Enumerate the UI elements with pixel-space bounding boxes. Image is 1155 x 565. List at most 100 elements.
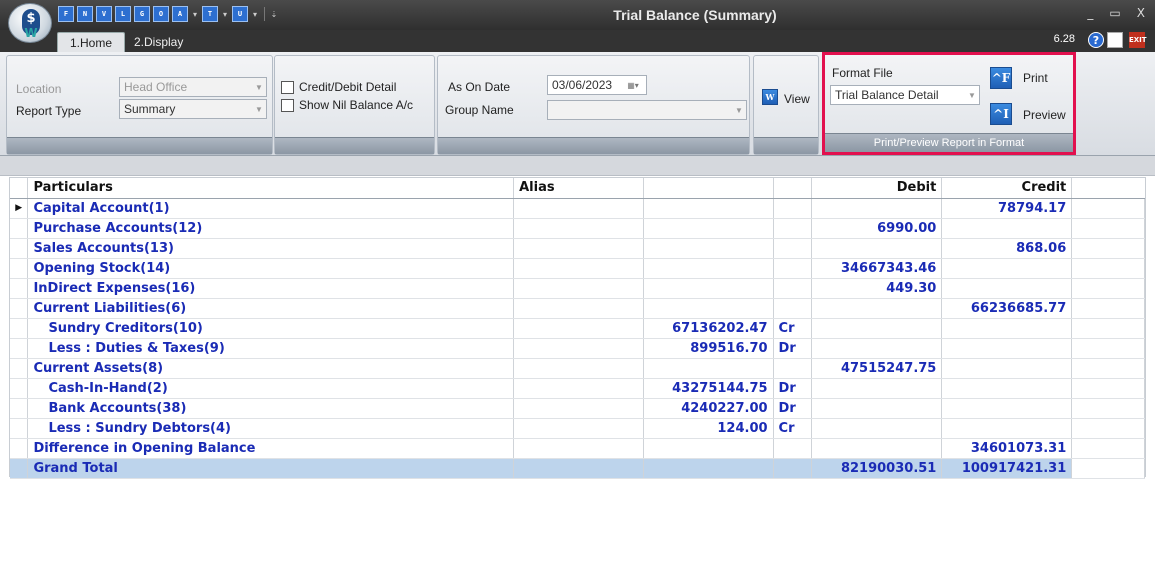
- maximize-button[interactable]: ▭: [1109, 6, 1120, 20]
- close-button[interactable]: X: [1137, 6, 1145, 20]
- format-file-combo[interactable]: Trial Balance Detail ▼: [830, 85, 980, 105]
- quick-access-u-button[interactable]: U: [232, 6, 248, 22]
- cell-amount: [643, 198, 774, 219]
- exit-icon[interactable]: EXIT: [1129, 32, 1147, 48]
- table-row[interactable]: Sundry Creditors(10) 67136202.47 Cr: [10, 318, 1145, 339]
- cell-debit: [811, 198, 943, 219]
- row-selector[interactable]: [10, 358, 29, 379]
- print-button[interactable]: Print: [1023, 71, 1048, 85]
- cell-debit: [811, 438, 943, 459]
- row-filler: [1071, 218, 1145, 239]
- calendar-icon[interactable]: ▦▾: [623, 79, 643, 93]
- table-row[interactable]: Opening Stock(14) 34667343.46: [10, 258, 1145, 279]
- table-row[interactable]: ▶ Capital Account(1) 78794.17: [10, 198, 1145, 219]
- row-selector[interactable]: [10, 438, 29, 459]
- row-selector[interactable]: [10, 278, 29, 299]
- report-type-combo[interactable]: Summary ▼: [119, 99, 267, 119]
- cell-particulars: Capital Account(1): [27, 198, 515, 219]
- view-icon[interactable]: W: [762, 89, 778, 105]
- grand-total-debit: 82190030.51: [811, 458, 943, 479]
- document-icon[interactable]: [1107, 32, 1123, 48]
- tab-home[interactable]: 1.Home: [57, 32, 126, 52]
- quick-access-v-button[interactable]: V: [96, 6, 112, 22]
- cell-particulars: Difference in Opening Balance: [27, 438, 515, 459]
- table-row[interactable]: Purchase Accounts(12) 6990.00: [10, 218, 1145, 239]
- quick-access-t-button[interactable]: T: [202, 6, 218, 22]
- cell-alias: [513, 258, 644, 279]
- row-selector-header: [10, 178, 29, 199]
- quick-access-l-button[interactable]: L: [115, 6, 131, 22]
- as-on-date-label: As On Date: [448, 80, 511, 94]
- preview-icon[interactable]: ^I: [990, 103, 1012, 125]
- column-header-credit[interactable]: Credit: [941, 178, 1073, 199]
- row-filler: [1071, 258, 1145, 279]
- column-header-alias[interactable]: Alias: [513, 178, 644, 199]
- row-selector[interactable]: [10, 318, 29, 339]
- minimize-button[interactable]: _: [1087, 6, 1093, 20]
- grand-total-label: Grand Total: [27, 458, 515, 479]
- row-selector[interactable]: [10, 218, 29, 239]
- group-footer: [275, 137, 434, 154]
- location-combo[interactable]: Head Office ▼: [119, 77, 267, 97]
- quick-access-a-button[interactable]: A: [172, 6, 188, 22]
- trial-balance-grid[interactable]: Particulars Alias Debit Credit ▶ Capital …: [9, 177, 1146, 479]
- print-format-caption: Print/Preview Report in Format: [825, 133, 1073, 152]
- table-row[interactable]: Less : Sundry Debtors(4) 124.00 Cr: [10, 418, 1145, 439]
- table-row[interactable]: Sales Accounts(13) 868.06: [10, 238, 1145, 259]
- row-selector[interactable]: [10, 398, 29, 419]
- chevron-down-icon[interactable]: ▾: [251, 10, 259, 19]
- cell-alias: [513, 278, 644, 299]
- row-selector[interactable]: [10, 258, 29, 279]
- table-row[interactable]: Current Liabilities(6) 66236685.77: [10, 298, 1145, 319]
- customize-toolbar-icon[interactable]: ⇣: [270, 10, 278, 19]
- row-filler: [1071, 358, 1145, 379]
- cell-debit: [811, 238, 943, 259]
- chevron-down-icon[interactable]: ▾: [191, 10, 199, 19]
- print-icon[interactable]: ^F: [990, 67, 1012, 89]
- table-row[interactable]: Less : Duties & Taxes(9) 899516.70 Dr: [10, 338, 1145, 359]
- row-filler: [1071, 418, 1145, 439]
- cell-particulars: Less : Sundry Debtors(4): [27, 418, 515, 439]
- column-header-debit[interactable]: Debit: [811, 178, 943, 199]
- group-footer: [754, 137, 818, 154]
- cell-drcr: Cr: [773, 418, 813, 439]
- table-row[interactable]: InDirect Expenses(16) 449.30: [10, 278, 1145, 299]
- help-icon[interactable]: ?: [1088, 32, 1104, 48]
- table-row[interactable]: Cash-In-Hand(2) 43275144.75 Dr: [10, 378, 1145, 399]
- as-on-date-field[interactable]: 03/06/2023 ▦▾: [547, 75, 647, 95]
- chevron-down-icon[interactable]: ▼: [254, 81, 264, 95]
- grand-total-row[interactable]: Grand Total 82190030.51 100917421.31: [10, 458, 1145, 479]
- row-filler: [1071, 278, 1145, 299]
- table-row[interactable]: Current Assets(8) 47515247.75: [10, 358, 1145, 379]
- chevron-down-icon[interactable]: ▼: [254, 103, 264, 117]
- quick-access-g-button[interactable]: G: [134, 6, 150, 22]
- row-selector[interactable]: [10, 238, 29, 259]
- quick-access-o-button[interactable]: O: [153, 6, 169, 22]
- show-nil-balance-checkbox[interactable]: [281, 99, 294, 112]
- credit-debit-detail-checkbox[interactable]: [281, 81, 294, 94]
- tab-display[interactable]: 2.Display: [122, 32, 195, 52]
- quick-access-n-button[interactable]: N: [77, 6, 93, 22]
- column-header-drcr[interactable]: [773, 178, 813, 199]
- quick-access-f-button[interactable]: F: [58, 6, 74, 22]
- row-selector[interactable]: [10, 418, 29, 439]
- app-menu-button[interactable]: $ W: [8, 3, 52, 43]
- preview-button[interactable]: Preview: [1023, 108, 1066, 122]
- table-row[interactable]: Difference in Opening Balance 34601073.31: [10, 438, 1145, 459]
- row-selector[interactable]: [10, 338, 29, 359]
- cell-debit: 47515247.75: [811, 358, 943, 379]
- chevron-down-icon[interactable]: ▾: [221, 10, 229, 19]
- column-header-particulars[interactable]: Particulars: [27, 178, 515, 199]
- chevron-down-icon[interactable]: ▼: [967, 89, 977, 103]
- row-selector[interactable]: [10, 378, 29, 399]
- group-name-label: Group Name: [445, 103, 514, 117]
- chevron-down-icon[interactable]: ▼: [734, 104, 744, 118]
- table-row[interactable]: Bank Accounts(38) 4240227.00 Dr: [10, 398, 1145, 419]
- row-selector[interactable]: [10, 298, 29, 319]
- toolbar-separator: [264, 7, 265, 21]
- row-selector[interactable]: ▶: [10, 198, 29, 219]
- row-selector[interactable]: [10, 458, 29, 479]
- view-button[interactable]: View: [784, 92, 810, 106]
- column-header-amount[interactable]: [643, 178, 774, 199]
- group-name-combo[interactable]: ▼: [547, 100, 747, 120]
